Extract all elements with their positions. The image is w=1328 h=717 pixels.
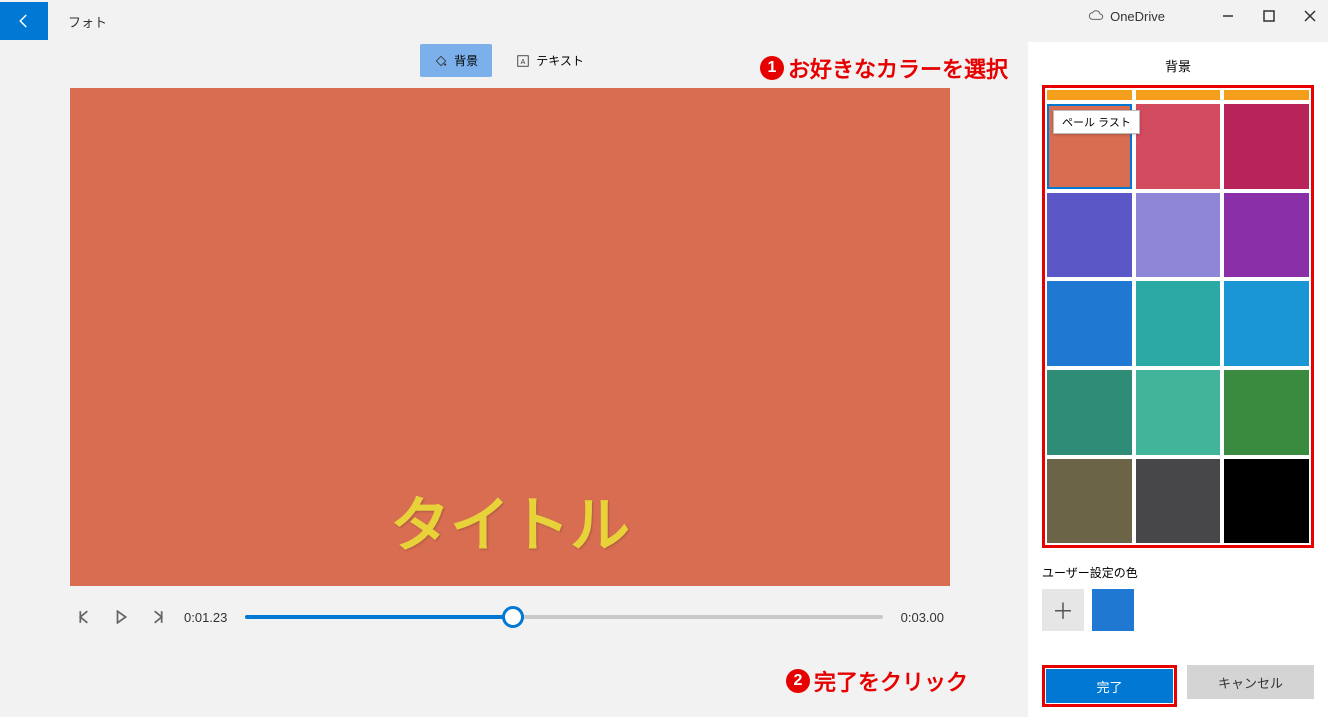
prev-frame-button[interactable] bbox=[76, 608, 94, 626]
swatch-tooltip: ペール ラスト bbox=[1053, 110, 1140, 134]
annotation-2: 2 完了をクリック bbox=[786, 665, 968, 697]
done-button-highlight: 完了 bbox=[1042, 665, 1177, 707]
cancel-button[interactable]: キャンセル bbox=[1187, 665, 1314, 699]
add-custom-color-button[interactable]: ＋ bbox=[1042, 589, 1084, 631]
plus-icon: ＋ bbox=[1052, 594, 1074, 626]
color-swatch[interactable] bbox=[1224, 370, 1309, 455]
tab-text-label: テキスト bbox=[536, 52, 584, 69]
timeline-track[interactable] bbox=[245, 615, 882, 619]
annotation-1-number: 1 bbox=[760, 56, 784, 80]
text-icon: A bbox=[516, 54, 530, 68]
annotation-2-number: 2 bbox=[786, 669, 810, 693]
play-button[interactable] bbox=[112, 608, 130, 626]
color-swatch[interactable]: ペール ラスト bbox=[1047, 104, 1132, 189]
cloud-icon bbox=[1088, 8, 1104, 24]
custom-color-swatch[interactable] bbox=[1092, 589, 1134, 631]
accent-strip bbox=[1047, 90, 1132, 100]
tab-background[interactable]: 背景 bbox=[420, 44, 492, 77]
swatch-area-highlight: ペール ラスト bbox=[1042, 85, 1314, 548]
next-frame-button[interactable] bbox=[148, 608, 166, 626]
preview-canvas: タイトル bbox=[70, 88, 950, 586]
color-swatch[interactable] bbox=[1224, 281, 1309, 366]
color-swatch[interactable] bbox=[1224, 459, 1309, 544]
svg-text:A: A bbox=[521, 58, 526, 65]
current-time: 0:01.23 bbox=[184, 610, 227, 625]
onedrive-indicator[interactable]: OneDrive bbox=[1088, 8, 1165, 24]
arrow-left-icon bbox=[15, 12, 33, 30]
close-button[interactable] bbox=[1302, 8, 1318, 24]
timeline-thumb[interactable] bbox=[502, 606, 524, 628]
paint-bucket-icon bbox=[434, 54, 448, 68]
color-swatch[interactable] bbox=[1136, 370, 1221, 455]
total-time: 0:03.00 bbox=[901, 610, 944, 625]
maximize-button[interactable] bbox=[1261, 8, 1277, 24]
color-swatch[interactable] bbox=[1224, 104, 1309, 189]
app-title: フォト bbox=[68, 12, 107, 31]
annotation-1: 1 お好きなカラーを選択 bbox=[760, 52, 1008, 84]
color-swatch[interactable] bbox=[1047, 193, 1132, 278]
color-swatch[interactable] bbox=[1047, 459, 1132, 544]
timeline-fill bbox=[245, 615, 513, 619]
background-panel: 背景 ペール ラスト ユーザー設定の色 ＋ 完了 キャンセル bbox=[1028, 42, 1328, 717]
playback-bar: 0:01.23 0:03.00 bbox=[70, 608, 950, 626]
accent-strip bbox=[1136, 90, 1221, 100]
preview-title-text: タイトル bbox=[390, 477, 630, 564]
tab-background-label: 背景 bbox=[454, 52, 478, 69]
annotation-1-text: お好きなカラーを選択 bbox=[788, 52, 1008, 84]
color-swatch[interactable] bbox=[1047, 370, 1132, 455]
color-swatch[interactable] bbox=[1224, 193, 1309, 278]
custom-color-label: ユーザー設定の色 bbox=[1042, 564, 1314, 581]
color-swatch[interactable] bbox=[1136, 104, 1221, 189]
back-button[interactable] bbox=[0, 2, 48, 40]
color-swatch[interactable] bbox=[1136, 193, 1221, 278]
color-swatch[interactable] bbox=[1136, 459, 1221, 544]
color-swatch[interactable] bbox=[1047, 281, 1132, 366]
panel-title: 背景 bbox=[1042, 56, 1314, 75]
onedrive-label: OneDrive bbox=[1110, 9, 1165, 24]
minimize-button[interactable] bbox=[1220, 8, 1236, 24]
color-swatch[interactable] bbox=[1136, 281, 1221, 366]
annotation-2-text: 完了をクリック bbox=[814, 665, 968, 697]
tab-text[interactable]: A テキスト bbox=[502, 44, 598, 77]
done-button[interactable]: 完了 bbox=[1046, 669, 1173, 703]
accent-strip bbox=[1224, 90, 1309, 100]
